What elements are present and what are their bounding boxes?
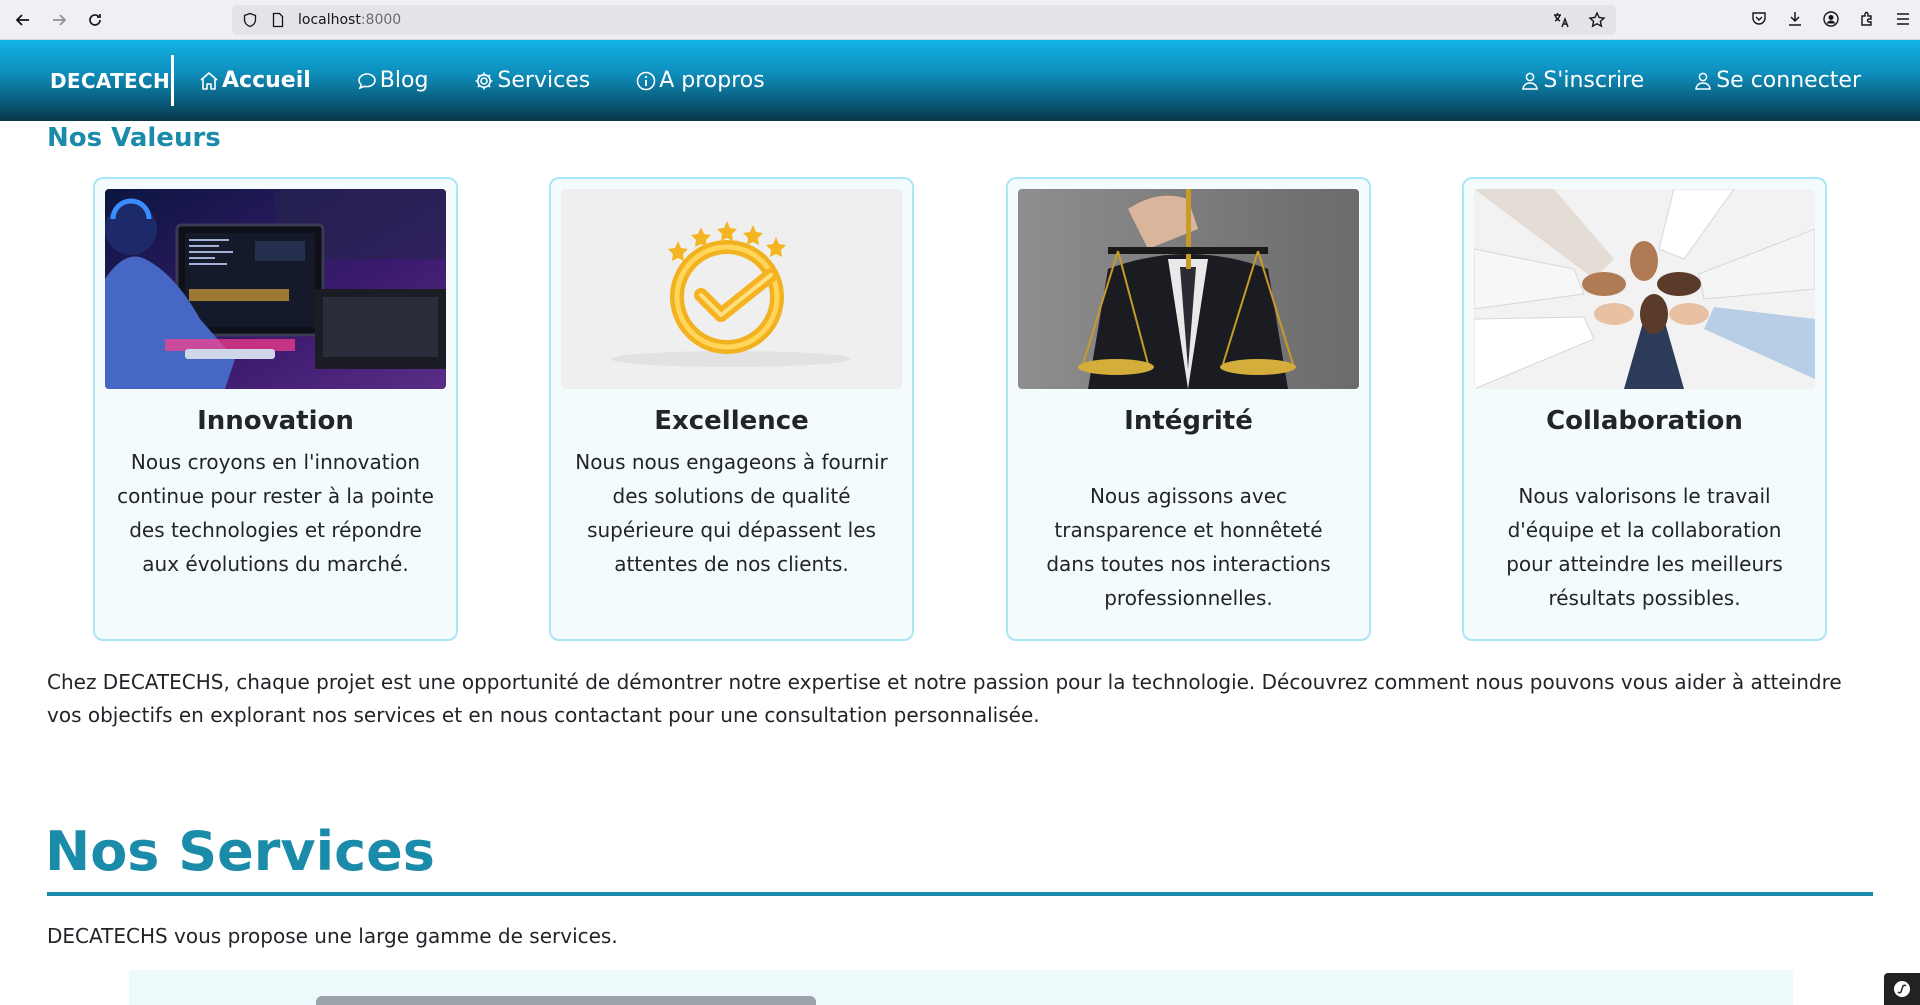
brand-divider [171, 55, 174, 106]
nav-link-register[interactable]: S'inscrire [1519, 68, 1644, 93]
forward-icon[interactable] [41, 0, 77, 40]
nav-link-label: Blog [379, 68, 429, 93]
page-icon [270, 12, 286, 28]
scales-of-justice-image [1018, 189, 1359, 389]
nav-link-label: A propros [659, 68, 765, 93]
url-port: :8000 [360, 12, 402, 28]
person-icon [1695, 72, 1712, 90]
auth-links: S'inscrire Se connecter [1471, 40, 1861, 121]
browser-toolbar: localhost:8000 [0, 0, 1920, 40]
value-card-text: Nous croyons en l'innovation continue po… [117, 450, 434, 576]
values-title: Nos Valeurs [47, 123, 221, 153]
services-title: Nos Services [45, 820, 435, 883]
gold-check-stars-image [561, 189, 902, 389]
pocket-icon[interactable] [1750, 10, 1768, 32]
value-card-text: Nous nous engageons à fournir des soluti… [575, 450, 888, 576]
nav-link-blog[interactable]: Blog [356, 68, 429, 93]
services-divider [47, 892, 1873, 896]
extensions-icon[interactable] [1858, 10, 1876, 32]
nav-link-label: Services [497, 68, 591, 93]
home-icon [200, 71, 218, 90]
value-card-text: Nous valorisons le travail d'équipe et l… [1506, 484, 1783, 610]
symfony-toolbar-toggle[interactable] [1884, 973, 1920, 1005]
nav-links: Accueil Blog Services A propros [198, 40, 810, 121]
bookmark-star-icon[interactable] [1588, 11, 1606, 33]
nav-link-a-propos[interactable]: A propros [635, 68, 765, 93]
values-cards: Innovation Nous croyons en l'innovation … [93, 177, 1829, 641]
value-card-text: Nous agissons avec transparence et honnê… [1046, 484, 1331, 610]
value-card-title: Excellence [654, 406, 809, 436]
value-card-excellence: Excellence Nous nous engageons à fournir… [549, 177, 914, 641]
value-card-collaboration: Collaboration Nous valorisons le travail… [1462, 177, 1827, 641]
person-icon [1522, 72, 1539, 90]
value-card-title: Intégrité [1124, 406, 1253, 436]
download-icon[interactable] [1786, 10, 1804, 32]
gear-icon [475, 72, 493, 89]
translate-icon[interactable] [1552, 11, 1570, 33]
chat-icon [357, 72, 376, 89]
nav-link-login[interactable]: Se connecter [1692, 68, 1861, 93]
back-icon[interactable] [5, 0, 41, 40]
nav-link-label: Se connecter [1716, 68, 1861, 93]
nav-link-services[interactable]: Services [473, 68, 590, 93]
services-subtitle: DECATECHS vous propose une large gamme d… [47, 924, 618, 948]
joined-hands-image [1474, 189, 1815, 389]
nav-link-label: Accueil [222, 68, 311, 93]
value-card-title: Innovation [197, 406, 354, 436]
value-card-innovation: Innovation Nous croyons en l'innovation … [93, 177, 458, 641]
nav-link-accueil[interactable]: Accueil [198, 68, 311, 93]
shield-icon[interactable] [242, 12, 258, 28]
symfony-icon [1894, 981, 1910, 997]
address-bar[interactable]: localhost:8000 [232, 5, 1616, 35]
brand-logo[interactable]: DECATECH [50, 40, 170, 121]
site-navbar: DECATECH Accueil Blog Services A propros… [0, 40, 1920, 121]
intro-paragraph: Chez DECATECHS, chaque projet est une op… [47, 670, 1842, 727]
info-icon [636, 71, 656, 90]
url-host: localhost [298, 12, 361, 28]
value-card-integrite: Intégrité Nous agissons avec transparenc… [1006, 177, 1371, 641]
developer-at-computer-image [105, 189, 446, 389]
nav-link-label: S'inscrire [1543, 68, 1645, 93]
menu-icon[interactable] [1894, 10, 1912, 32]
account-icon[interactable] [1822, 10, 1840, 32]
services-panel-image-top [316, 996, 816, 1005]
reload-icon[interactable] [77, 0, 113, 40]
value-card-title: Collaboration [1546, 406, 1743, 436]
